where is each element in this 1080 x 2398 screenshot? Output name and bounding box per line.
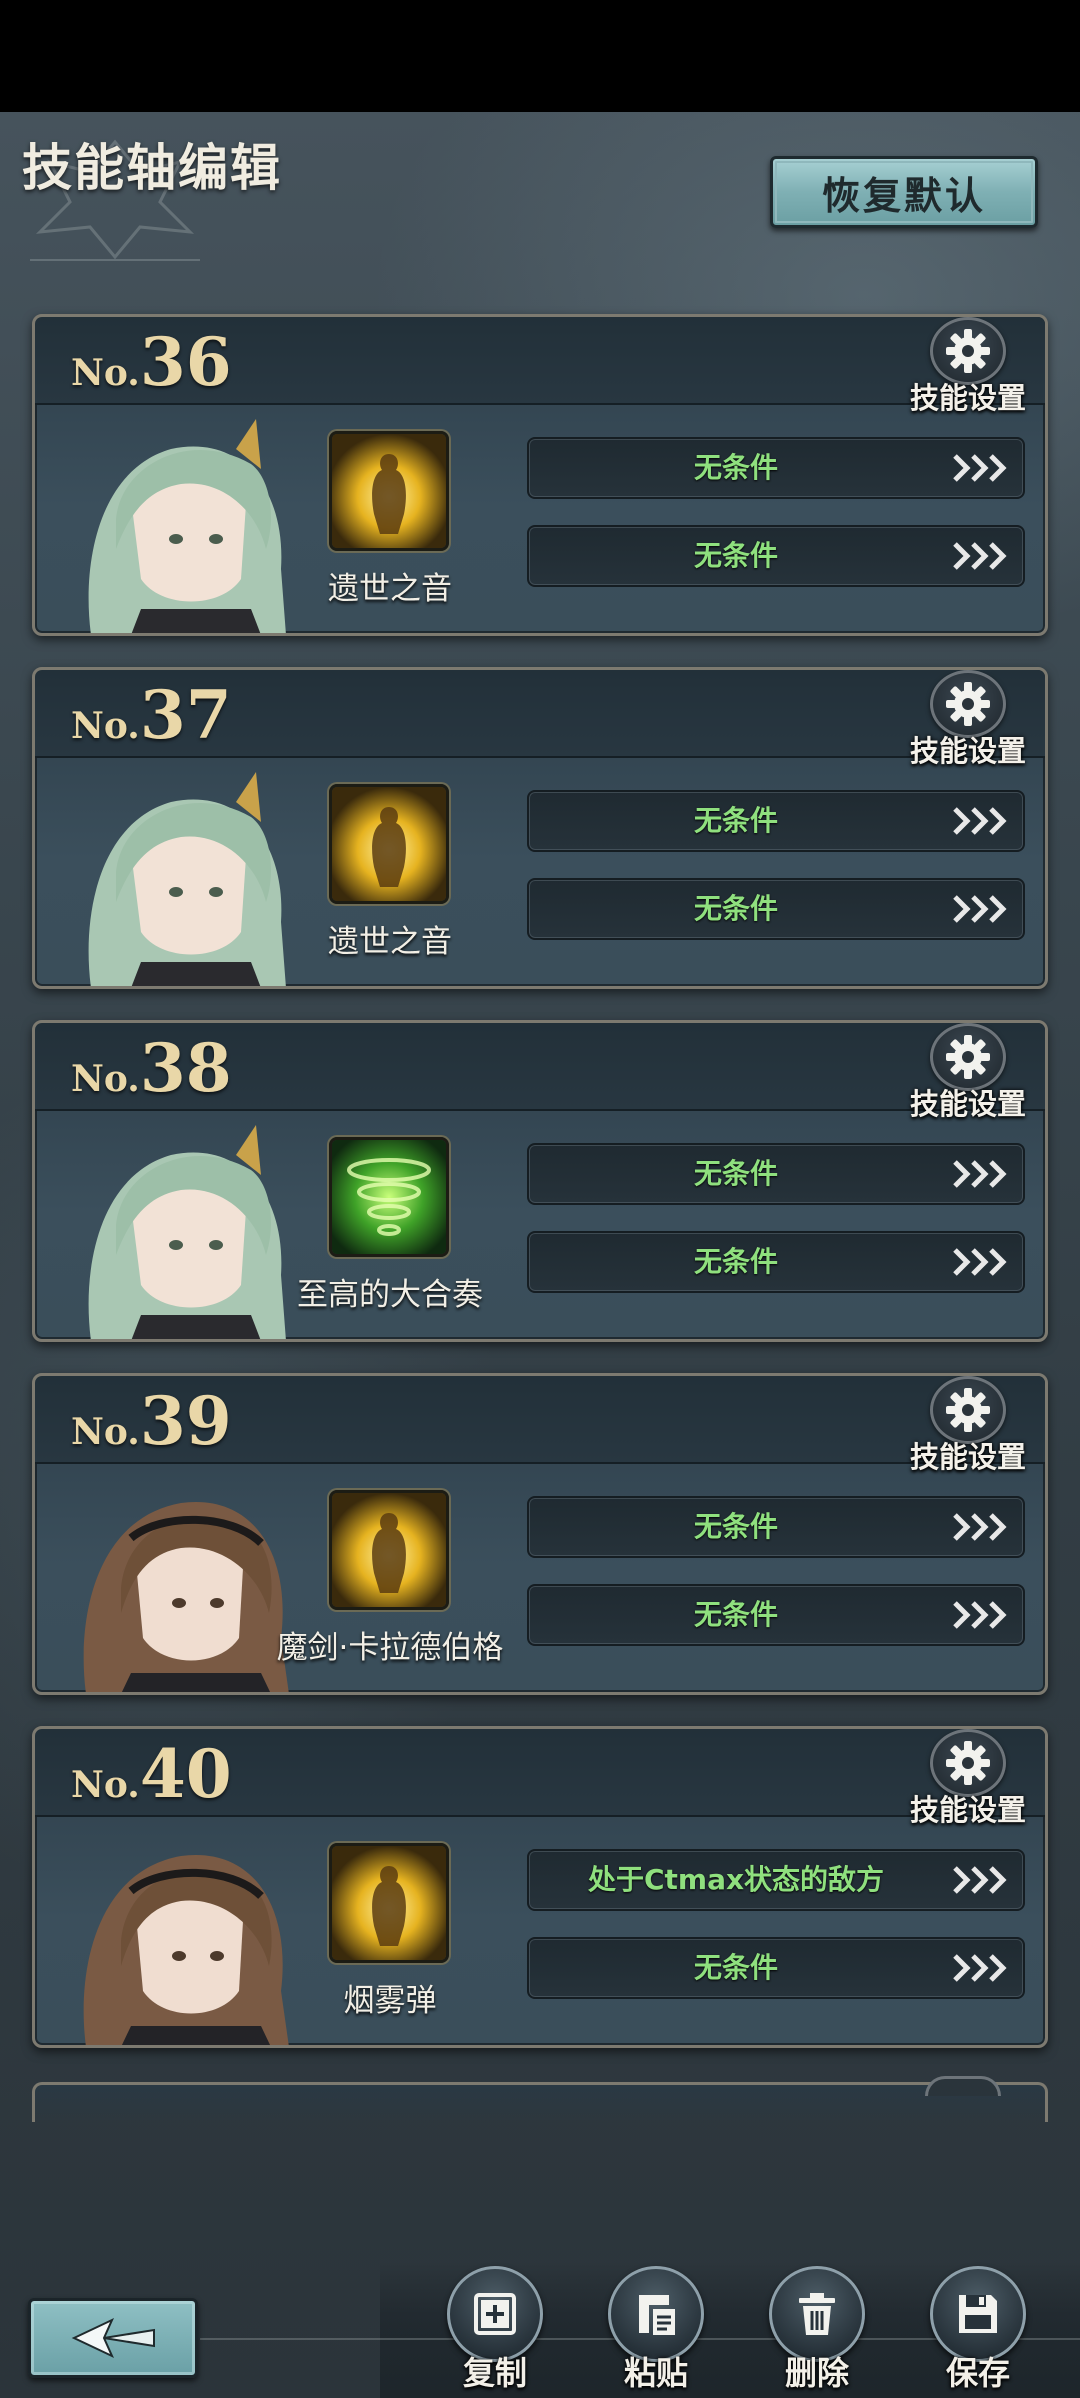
skill-slot-card: No.39 技能设置 魔剑·卡拉德伯格 无条件 无条件 (32, 1373, 1048, 1695)
golden-figure-icon (332, 434, 446, 548)
condition-selector[interactable]: 无条件 (527, 1937, 1025, 1999)
golden-figure-icon (332, 1846, 446, 1960)
condition-selector[interactable]: 无条件 (527, 1231, 1025, 1293)
condition-selector[interactable]: 无条件 (527, 525, 1025, 587)
skill-name: 烟雾弹 (343, 1983, 437, 2019)
copy-label: 复制 (462, 2354, 527, 2392)
save-button[interactable]: 保存 (923, 2266, 1033, 2396)
restore-default-button[interactable]: 恢复默认 (770, 156, 1038, 228)
condition-selector[interactable]: 无条件 (527, 878, 1025, 940)
delete-label: 删除 (784, 2354, 849, 2392)
triple-chevron-icon (953, 1513, 1007, 1541)
skill-name: 遗世之音 (328, 571, 452, 607)
skill-settings-button[interactable]: 技能设置 (903, 1376, 1033, 1476)
skill-settings-label: 技能设置 (909, 381, 1026, 415)
skill-icon[interactable] (329, 431, 449, 551)
skill-slot-card: No.40 技能设置 烟雾弹 处于Ctmax状态的敌方 无条件 (32, 1726, 1048, 2048)
condition-selector[interactable]: 无条件 (527, 1584, 1025, 1646)
slot-number: No.37 (71, 676, 232, 754)
skill-settings-label: 技能设置 (909, 1087, 1026, 1121)
character-portrait[interactable] (71, 409, 301, 635)
slot-number: No.38 (71, 1029, 232, 1107)
character-portrait[interactable] (71, 762, 301, 988)
triple-chevron-icon (953, 542, 1007, 570)
paste-button[interactable]: 粘贴 (601, 2266, 711, 2396)
condition-selector[interactable]: 无条件 (527, 1496, 1025, 1558)
skill-settings-button[interactable]: 技能设置 (903, 1023, 1033, 1123)
character-portrait[interactable] (71, 1821, 301, 2047)
triple-chevron-icon (953, 1954, 1007, 1982)
skill-icon[interactable] (329, 1843, 449, 1963)
skill-settings-label: 技能设置 (909, 1793, 1026, 1827)
skill-icon[interactable] (329, 1137, 449, 1257)
delete-button[interactable]: 删除 (762, 2266, 872, 2396)
skill-name: 魔剑·卡拉德伯格 (276, 1630, 504, 1666)
skill-slot-card: No.38 技能设置 至高的大合奏 无条件 无条件 (32, 1020, 1048, 1342)
skill-icon[interactable] (329, 784, 449, 904)
page-title: 技能轴编辑 (22, 138, 282, 197)
paste-label: 粘贴 (623, 2354, 688, 2392)
slot-number: No.40 (71, 1735, 232, 1813)
back-button[interactable] (28, 2298, 198, 2378)
skill-settings-button[interactable]: 技能设置 (903, 670, 1033, 770)
triple-chevron-icon (953, 807, 1007, 835)
triple-chevron-icon (953, 1248, 1007, 1276)
green-tornado-icon (332, 1140, 446, 1254)
triple-chevron-icon (953, 895, 1007, 923)
slot-number: No.39 (71, 1382, 232, 1460)
condition-selector[interactable]: 处于Ctmax状态的敌方 (527, 1849, 1025, 1911)
triple-chevron-icon (953, 1866, 1007, 1894)
skill-name: 至高的大合奏 (297, 1277, 483, 1313)
skill-slot-card: No.36 技能设置 遗世之音 无条件 无条件 (32, 314, 1048, 636)
skill-slot-card: No.37 技能设置 遗世之音 无条件 无条件 (32, 667, 1048, 989)
skill-slot-card-partial (32, 2082, 1048, 2122)
condition-selector[interactable]: 无条件 (527, 790, 1025, 852)
skill-icon[interactable] (329, 1490, 449, 1610)
gear-icon (925, 2076, 1001, 2096)
golden-figure-icon (332, 1493, 446, 1607)
skill-settings-button[interactable]: 技能设置 (903, 317, 1033, 417)
character-portrait[interactable] (71, 1468, 301, 1694)
skill-name: 遗世之音 (328, 924, 452, 960)
save-label: 保存 (945, 2354, 1010, 2392)
status-bar (0, 0, 1080, 112)
triple-chevron-icon (953, 454, 1007, 482)
condition-selector[interactable]: 无条件 (527, 1143, 1025, 1205)
golden-figure-icon (332, 787, 446, 901)
slot-number: No.36 (71, 323, 232, 401)
condition-selector[interactable]: 无条件 (527, 437, 1025, 499)
back-arrow-icon (71, 2317, 155, 2359)
skill-settings-label: 技能设置 (909, 734, 1026, 768)
skill-settings-label: 技能设置 (909, 1440, 1026, 1474)
character-portrait[interactable] (71, 1115, 301, 1341)
triple-chevron-icon (953, 1601, 1007, 1629)
copy-button[interactable]: 复制 (440, 2266, 550, 2396)
triple-chevron-icon (953, 1160, 1007, 1188)
skill-settings-button[interactable]: 技能设置 (903, 1729, 1033, 1829)
